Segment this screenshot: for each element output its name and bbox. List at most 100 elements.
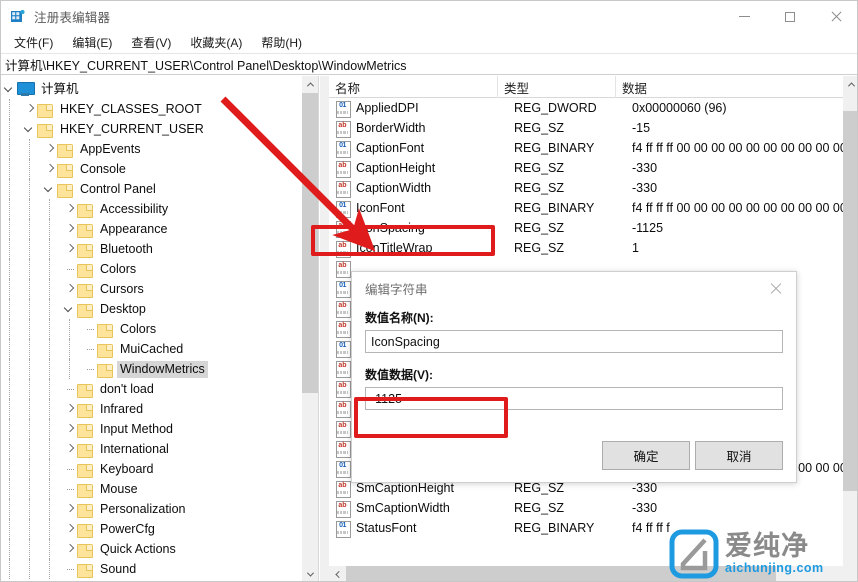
tree-guide-line	[29, 279, 30, 299]
table-row[interactable]: abIconTitleWrapREG_SZ1	[329, 238, 843, 258]
address-bar[interactable]: 计算机\HKEY_CURRENT_USER\Control Panel\Desk…	[1, 53, 858, 75]
tree-item-sound[interactable]: Sound	[1, 559, 303, 579]
folder-icon	[77, 383, 92, 396]
list-hscrollbar-thumb[interactable]	[346, 566, 776, 582]
chevron-right-icon[interactable]	[41, 139, 57, 159]
menu-favorites[interactable]: 收藏夹(A)	[181, 32, 251, 53]
tree-item-appevents[interactable]: AppEvents	[1, 139, 303, 159]
tree-item-bluetooth[interactable]: Bluetooth	[1, 239, 303, 259]
menu-edit[interactable]: 编辑(E)	[63, 32, 121, 53]
table-row[interactable]: abBorderWidthREG_SZ-15	[329, 118, 843, 138]
tree-item-colors[interactable]: Colors	[1, 319, 303, 339]
table-row[interactable]: abSmCaptionWidthREG_SZ-330	[329, 498, 843, 518]
tree-guide-line	[9, 359, 10, 379]
chevron-right-icon[interactable]	[61, 439, 77, 459]
tree-item-cursors[interactable]: Cursors	[1, 279, 303, 299]
chevron-right-icon[interactable]	[61, 539, 77, 559]
chevron-down-icon[interactable]	[61, 299, 77, 319]
minimize-button[interactable]	[721, 1, 767, 32]
chevron-right-icon[interactable]	[61, 219, 77, 239]
pane-splitter[interactable]	[319, 76, 329, 582]
folder-icon	[57, 163, 72, 176]
chevron-right-icon[interactable]	[61, 499, 77, 519]
value-icon-glyph: ab	[337, 182, 348, 190]
tree-item-colors[interactable]: Colors	[1, 259, 303, 279]
cell-type: REG_SZ	[508, 161, 626, 175]
tree-item-mouse[interactable]: Mouse	[1, 479, 303, 499]
chevron-right-icon[interactable]	[61, 239, 77, 259]
menu-view[interactable]: 查看(V)	[122, 32, 180, 53]
value-icon-glyph: ab	[337, 302, 348, 310]
list-scrollbar-thumb[interactable]	[843, 111, 858, 491]
chevron-right-icon[interactable]	[61, 199, 77, 219]
cell-type: REG_SZ	[508, 241, 626, 255]
column-header-data[interactable]: 数据	[615, 76, 843, 98]
list-scroll-up-button[interactable]	[843, 76, 858, 93]
value-name-input[interactable]: IconSpacing	[365, 330, 783, 353]
table-row[interactable]: abIconSpacingREG_SZ-1125	[329, 218, 843, 238]
registry-tree[interactable]: 计算机HKEY_CLASSES_ROOTHKEY_CURRENT_USERApp…	[1, 76, 303, 579]
table-row[interactable]: abCaptionHeightREG_SZ-330	[329, 158, 843, 178]
column-header-type[interactable]: 类型	[497, 76, 615, 98]
tree-item-quick-actions[interactable]: Quick Actions	[1, 539, 303, 559]
tree-item--[interactable]: 计算机	[1, 79, 303, 99]
menu-file[interactable]: 文件(F)	[5, 32, 62, 53]
chevron-down-icon[interactable]	[21, 119, 37, 139]
tree-item-hkey-classes-root[interactable]: HKEY_CLASSES_ROOT	[1, 99, 303, 119]
tree-vertical-scrollbar[interactable]	[302, 76, 318, 582]
dialog-buttons: 确定 取消	[602, 441, 783, 470]
chevron-right-icon[interactable]	[61, 399, 77, 419]
chevron-right-icon[interactable]	[61, 419, 77, 439]
tree-leaf-stub	[81, 359, 97, 379]
tree-item-console[interactable]: Console	[1, 159, 303, 179]
tree-item-personalization[interactable]: Personalization	[1, 499, 303, 519]
tree-scroll-down-button[interactable]	[302, 566, 318, 582]
value-icon-glyph: 01	[337, 282, 348, 290]
tree-scroll-up-button[interactable]	[302, 76, 318, 93]
ok-button[interactable]: 确定	[602, 441, 690, 470]
table-row[interactable]: abCaptionWidthREG_SZ-330	[329, 178, 843, 198]
tree-item-don-t-load[interactable]: don't load	[1, 379, 303, 399]
tree-item-label: Colors	[117, 321, 159, 338]
chevron-right-icon[interactable]	[21, 99, 37, 119]
list-scroll-left-button[interactable]	[329, 566, 346, 582]
tree-scrollbar-thumb[interactable]	[302, 93, 318, 393]
chevron-right-icon[interactable]	[61, 519, 77, 539]
tree-guide-line	[49, 239, 50, 259]
chevron-right-icon[interactable]	[41, 159, 57, 179]
tree-item-powercfg[interactable]: PowerCfg	[1, 519, 303, 539]
chevron-right-icon[interactable]	[61, 279, 77, 299]
maximize-button[interactable]	[767, 1, 813, 32]
value-data-input[interactable]: -1125	[365, 387, 783, 410]
tree-item-input-method[interactable]: Input Method	[1, 419, 303, 439]
tree-guide-line	[29, 299, 30, 319]
close-button[interactable]	[813, 1, 858, 32]
menu-help[interactable]: 帮助(H)	[252, 32, 311, 53]
cancel-button[interactable]: 取消	[695, 441, 783, 470]
tree-guide-line	[9, 259, 10, 279]
tree-item-keyboard[interactable]: Keyboard	[1, 459, 303, 479]
tree-item-control-panel[interactable]: Control Panel	[1, 179, 303, 199]
table-row[interactable]: 01IconFontREG_BINARYf4 ff ff ff 00 00 00…	[329, 198, 843, 218]
table-row[interactable]: 01CaptionFontREG_BINARYf4 ff ff ff 00 00…	[329, 138, 843, 158]
tree-item-muicached[interactable]: MuiCached	[1, 339, 303, 359]
value-icon-glyph: 01	[337, 102, 348, 110]
tree-item-hkey-current-user[interactable]: HKEY_CURRENT_USER	[1, 119, 303, 139]
column-header-name[interactable]: 名称	[329, 76, 497, 98]
tree-item-appearance[interactable]: Appearance	[1, 219, 303, 239]
tree-guide-line	[9, 179, 10, 199]
tree-item-label: HKEY_CURRENT_USER	[57, 121, 207, 138]
tree-item-desktop[interactable]: Desktop	[1, 299, 303, 319]
chevron-down-icon[interactable]	[41, 179, 57, 199]
tree-item-infrared[interactable]: Infrared	[1, 399, 303, 419]
chevron-down-icon[interactable]	[1, 79, 17, 99]
tree-item-international[interactable]: International	[1, 439, 303, 459]
tree-item-windowmetrics[interactable]: WindowMetrics	[1, 359, 303, 379]
table-row[interactable]: 01AppliedDPIREG_DWORD0x00000060 (96)	[329, 98, 843, 118]
dialog-close-button[interactable]	[754, 272, 796, 305]
list-horizontal-scrollbar[interactable]	[329, 566, 843, 582]
folder-icon	[77, 503, 92, 516]
tree-item-accessibility[interactable]: Accessibility	[1, 199, 303, 219]
table-row[interactable]: 01StatusFontREG_BINARYf4 ff ff f	[329, 518, 843, 538]
list-vertical-scrollbar[interactable]	[843, 76, 858, 582]
